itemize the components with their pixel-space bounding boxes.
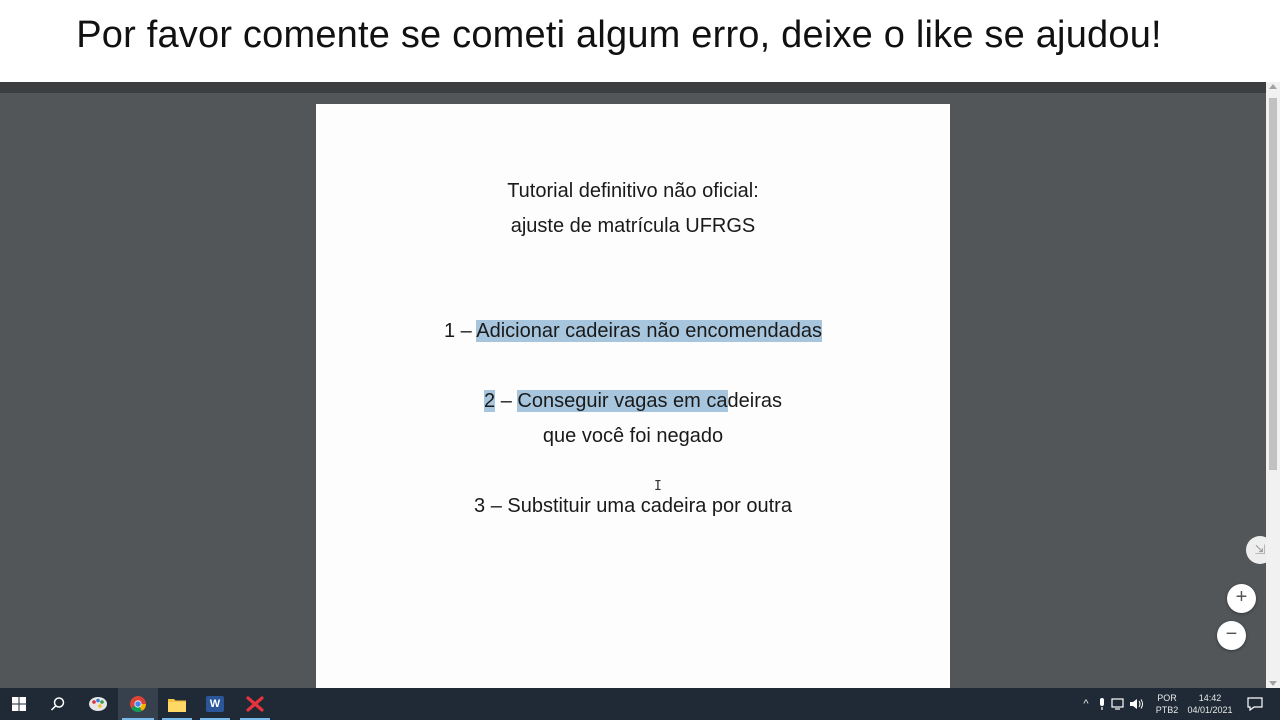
clock-date: 04/01/2021	[1187, 705, 1233, 715]
taskbar-app-word[interactable]: W	[196, 688, 234, 720]
zoom-out-button[interactable]: −	[1217, 621, 1246, 650]
item-1-number: 1 –	[443, 320, 477, 342]
chrome-icon	[130, 696, 146, 712]
volume-icon[interactable]	[1128, 697, 1146, 711]
item-2-dash: –	[495, 390, 518, 412]
zoom-in-button[interactable]: +	[1227, 584, 1256, 613]
item-2-text-highlighted: Conseguir vagas em ca	[517, 390, 728, 412]
doc-item-3: 3 – Substituir uma cadeira por outra	[474, 495, 792, 517]
doc-item-2-line-2: que você foi negado	[542, 425, 724, 447]
text-cursor-icon: I	[654, 479, 662, 494]
document-page[interactable]: Tutorial definitivo não oficial: ajuste …	[316, 104, 950, 688]
vertical-scrollbar[interactable]	[1266, 82, 1280, 688]
scroll-thumb[interactable]	[1269, 98, 1277, 470]
windows-logo-icon	[12, 697, 26, 711]
network-icon[interactable]	[1110, 697, 1128, 711]
doc-title-line-2: ajuste de matrícula UFRGS	[510, 215, 756, 237]
doc-item-1: 1 – Adicionar cadeiras não encomendadas	[316, 320, 950, 343]
word-icon: W	[206, 696, 224, 712]
system-tray: ^	[1078, 688, 1146, 720]
viewer-toolbar-strip	[0, 82, 1266, 93]
clock[interactable]: 14:42 04/01/2021	[1182, 688, 1238, 720]
doc-item-2: 2 – Conseguir vagas em cadeiras	[316, 390, 950, 413]
notification-center-button[interactable]	[1242, 688, 1268, 720]
microphone-icon[interactable]	[1094, 697, 1110, 711]
scroll-down-icon[interactable]	[1269, 681, 1277, 686]
scroll-up-icon[interactable]	[1269, 84, 1277, 89]
banner-text: Por favor comente se cometi algum erro, …	[76, 14, 1162, 56]
taskbar-app-pdf[interactable]	[236, 688, 274, 720]
start-button[interactable]	[0, 688, 38, 720]
pdf-app-icon	[246, 696, 264, 712]
chevron-up-icon[interactable]: ^	[1078, 698, 1094, 710]
taskbar: W ^ POR PTB2 14:42 04/01/2021	[0, 688, 1280, 720]
item-1-text-highlighted: Adicionar cadeiras não encomendadas	[476, 320, 823, 342]
folder-icon	[168, 698, 186, 712]
doc-title-line-1: Tutorial definitivo não oficial:	[507, 180, 759, 202]
language-indicator[interactable]: POR PTB2	[1152, 688, 1182, 720]
item-2-text-rest: deiras	[727, 390, 782, 412]
item-2-number-highlighted: 2	[484, 390, 496, 412]
word-icon-letter: W	[209, 698, 221, 710]
paint-palette-icon	[89, 697, 107, 711]
clock-time: 14:42	[1198, 693, 1222, 703]
notification-icon	[1247, 697, 1263, 711]
search-icon	[50, 697, 65, 711]
top-banner: Por favor comente se cometi algum erro, …	[0, 0, 1280, 82]
taskbar-app-chrome[interactable]	[118, 688, 158, 720]
pdf-viewer: Tutorial definitivo não oficial: ajuste …	[0, 82, 1280, 688]
language-top: POR	[1157, 693, 1177, 703]
taskbar-app-paint[interactable]	[78, 688, 118, 720]
language-bottom: PTB2	[1155, 705, 1179, 715]
taskbar-app-file-explorer[interactable]	[158, 688, 196, 720]
search-button[interactable]	[38, 688, 78, 720]
